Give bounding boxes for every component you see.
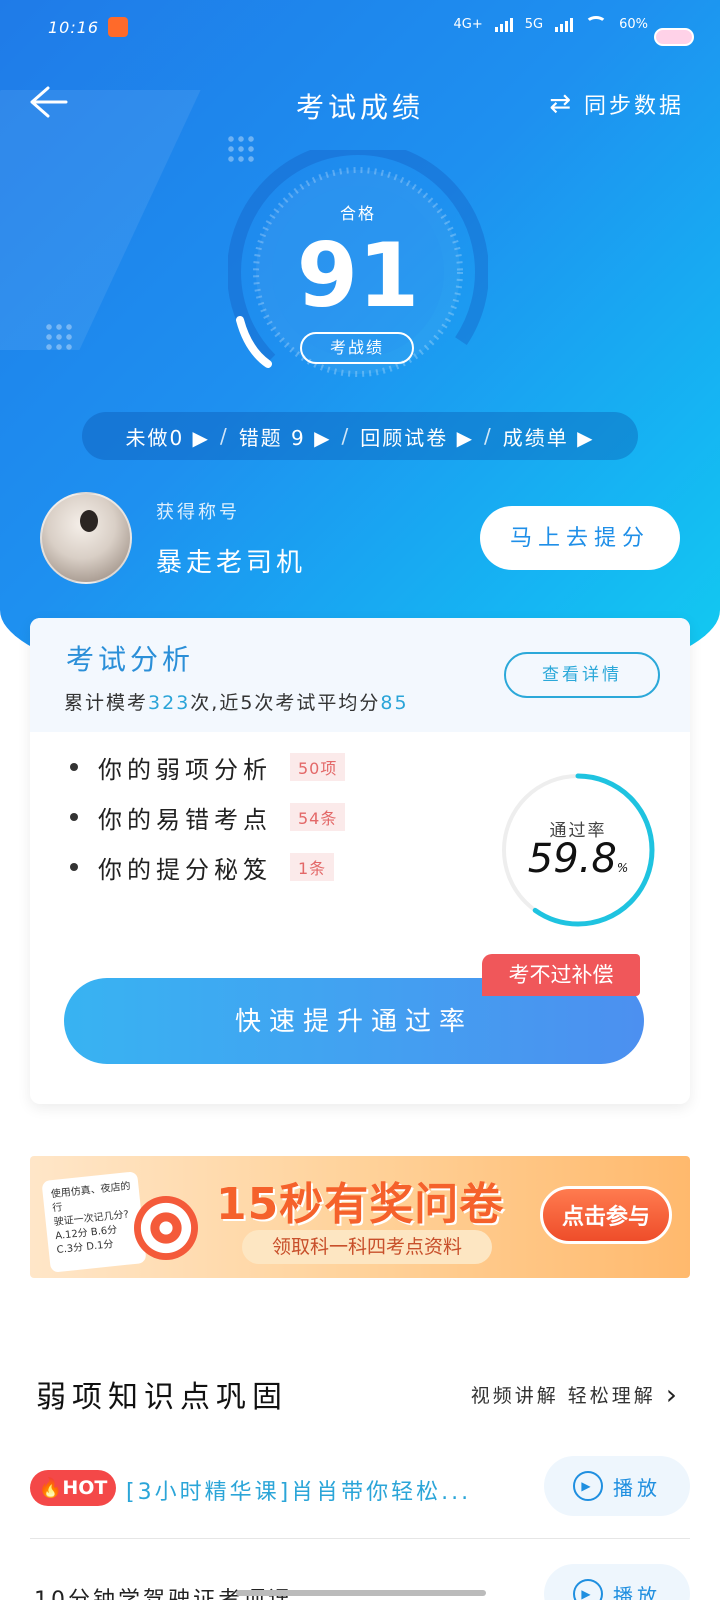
pass-rate-unit: % [616, 861, 629, 875]
list-item-label: 你的提分秘笈 [98, 855, 272, 884]
pass-rate-ring: 通过率 59.8% [498, 770, 658, 930]
play-label: 播放 [613, 1585, 661, 1600]
target-icon [134, 1196, 198, 1260]
decor-dots [44, 322, 74, 352]
play-button[interactable]: ▶ 播放 [544, 1456, 690, 1516]
pass-rate-number: 59.8 [527, 836, 617, 882]
summary-avg: 85 [380, 692, 409, 714]
banner-headline: 15秒有奖问卷 [216, 1179, 505, 1230]
page: 10:16 4G+ 5G 60% 考试成绩 ⇄ 同步数据 合格 91 考战绩 未… [0, 0, 720, 1600]
nav-undone[interactable]: 未做0 ▶ [117, 422, 217, 451]
bullet [70, 763, 78, 771]
sync-label: 同步数据 [583, 94, 684, 119]
course-title: [3小时精华课]肖肖带你轻松... [126, 1480, 472, 1505]
section-title: 弱项知识点巩固 [36, 1380, 288, 1415]
swap-icon: ⇄ [549, 89, 574, 119]
battery-percent: 60% [619, 16, 648, 32]
nav-separator: / [484, 424, 493, 448]
summary-prefix: 累计模考 [64, 692, 149, 714]
summary-total: 323 [148, 692, 191, 714]
list-item[interactable]: 🔥HOT [3小时精华课]肖肖带你轻松... ▶ 播放 [30, 1456, 690, 1520]
pass-rate-value: 59.8% [498, 836, 658, 882]
view-detail-button[interactable]: 查看详情 [504, 652, 660, 698]
list-item-tag: 54条 [290, 803, 346, 831]
analysis-card: 考试分析 累计模考323次,近5次考试平均分85 查看详情 你的弱项分析 50项… [30, 618, 690, 1104]
play-icon: ▶ [573, 1471, 603, 1501]
status-icons: 4G+ 5G 60% [453, 16, 648, 32]
sync-data-button[interactable]: ⇄ 同步数据 [549, 88, 684, 120]
score-value: 91 [296, 224, 420, 327]
battery-icon [654, 28, 694, 46]
boost-score-button[interactable]: 马上去提分 [480, 506, 680, 570]
score-badge-button[interactable]: 考战绩 [300, 332, 414, 364]
bullet [70, 813, 78, 821]
list-item-label: 你的易错考点 [98, 805, 272, 834]
user-title: 暴走老司机 [156, 548, 307, 578]
list-item-tag: 50项 [290, 753, 346, 781]
fire-icon: 🔥 [38, 1477, 63, 1499]
list-item-tag: 1条 [290, 853, 335, 881]
list-item[interactable]: 你的易错考点 54条 [70, 792, 346, 842]
avatar[interactable] [40, 492, 132, 584]
hot-badge: 🔥HOT [30, 1470, 116, 1506]
status-bar: 10:16 4G+ 5G 60% [0, 12, 720, 46]
exam-nav-bar: 未做0 ▶ / 错题 9 ▶ / 回顾试卷 ▶ / 成绩单 ▶ [82, 412, 638, 460]
list-item[interactable]: 你的提分秘笈 1条 [70, 842, 345, 892]
list-item[interactable]: 你的弱项分析 50项 [70, 742, 346, 792]
net1-label: 4G+ [453, 16, 483, 32]
signal-icon [494, 16, 513, 32]
signal-icon-2 [555, 16, 574, 32]
compensation-badge[interactable]: 考不过补偿 [482, 954, 640, 996]
quiz-paper-image: 使用仿真、夜店的行 驶证一次记几分? A.12分 B.6分 C.3分 D.1分 [41, 1171, 147, 1273]
score-label: 合格 [339, 204, 376, 223]
nav-separator: / [341, 424, 351, 448]
divider [30, 1538, 690, 1539]
wifi-icon [585, 16, 608, 32]
nav-wrong[interactable]: 错题 9 ▶ [231, 422, 340, 451]
summary-mid: 次,近5次考试平均分 [190, 692, 381, 714]
list-item-label: 你的弱项分析 [98, 755, 272, 784]
user-title-label: 获得称号 [156, 502, 240, 523]
section-more-link[interactable]: 视频讲解 轻松理解 › [471, 1378, 680, 1411]
net2-label: 5G [524, 16, 544, 32]
score-gauge: 合格 91 考战绩 [227, 140, 490, 403]
nav-transcript[interactable]: 成绩单 ▶ [495, 422, 603, 451]
play-label: 播放 [613, 1477, 661, 1500]
chevron-right-icon: › [665, 1378, 680, 1411]
banner-cta-button[interactable]: 点击参与 [540, 1186, 672, 1244]
analysis-title: 考试分析 [66, 643, 195, 676]
section-more-label: 视频讲解 轻松理解 [470, 1385, 656, 1407]
analysis-list: 你的弱项分析 50项 你的易错考点 54条 你的提分秘笈 1条 [70, 742, 346, 892]
hot-label: HOT [62, 1477, 108, 1499]
play-icon: ▶ [573, 1579, 603, 1600]
status-time: 10:16 [48, 18, 100, 37]
survey-banner[interactable]: 使用仿真、夜店的行 驶证一次记几分? A.12分 B.6分 C.3分 D.1分 … [30, 1156, 690, 1278]
banner-subtitle: 领取科一科四考点资料 [242, 1230, 492, 1264]
play-button[interactable]: ▶ 播放 [544, 1564, 690, 1600]
nav-separator: / [219, 424, 229, 448]
home-indicator[interactable] [236, 1590, 486, 1596]
analysis-summary: 累计模考323次,近5次考试平均分85 [64, 688, 409, 715]
bullet [70, 863, 78, 871]
app-notification-icon [108, 17, 128, 37]
nav-review[interactable]: 回顾试卷 ▶ [352, 422, 482, 451]
